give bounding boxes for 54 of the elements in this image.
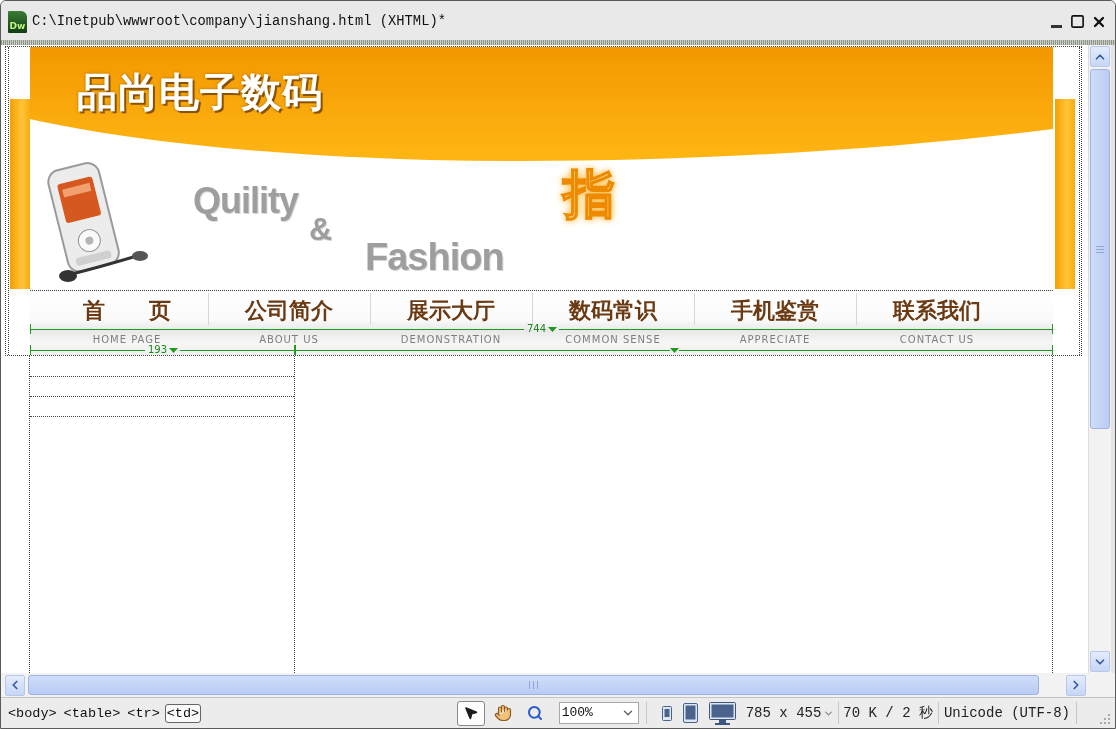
maximize-icon: [1070, 14, 1085, 29]
tag-selector-item[interactable]: <td>: [164, 703, 202, 723]
slogan-text: Quility: [193, 181, 298, 221]
nav-subtitle: ABOUT US: [259, 335, 319, 345]
tablet-icon[interactable]: [682, 703, 698, 723]
tag-selector-item[interactable]: <tr>: [125, 703, 162, 723]
phone-icon[interactable]: [661, 705, 672, 721]
grip-icon: [529, 681, 538, 689]
column-width-guide[interactable]: [295, 345, 1053, 355]
width-label: 744: [525, 324, 548, 334]
tag-selector-item[interactable]: <body>: [6, 703, 59, 723]
scrollbar-thumb[interactable]: [28, 675, 1039, 695]
nav-subtitle: COMMON SENSE: [565, 335, 661, 345]
nav-link[interactable]: 公司简介: [245, 298, 333, 323]
scroll-right-button[interactable]: [1066, 674, 1086, 696]
scroll-left-button[interactable]: [5, 674, 25, 696]
monitor-icon[interactable]: [708, 701, 736, 725]
caret-icon: [169, 347, 179, 353]
window-size-menu[interactable]: 785 x 455: [745, 705, 835, 721]
magnifier-icon: [526, 705, 543, 721]
window-title: C:\Inetpub\wwwroot\company\jianshang.html (XHTML)*: [32, 13, 446, 30]
nav-link[interactable]: 展示大厅: [407, 298, 495, 323]
nav-subtitle: DEMONSTRATION: [400, 335, 502, 345]
nav-subtitle: APPRECIATE: [739, 335, 811, 345]
app-logo: Dw: [8, 10, 27, 33]
slogan-text: &: [309, 211, 332, 247]
table-width-guide[interactable]: 744: [30, 324, 1053, 334]
cursor-icon: [462, 705, 479, 721]
site-name: 品尚电子数码: [77, 69, 323, 115]
nav-link[interactable]: 首 页: [83, 298, 171, 323]
scroll-up-button[interactable]: [1090, 46, 1110, 67]
nav-link[interactable]: 手机鉴赏: [731, 298, 819, 323]
encoding-text: Unicode (UTF-8): [943, 705, 1070, 721]
scrollbar-thumb[interactable]: [1090, 69, 1110, 429]
column-width-guide[interactable]: 193: [30, 345, 295, 355]
slogan-text: Fashion: [365, 236, 504, 278]
hand-icon: [493, 704, 512, 722]
zoom-select[interactable]: 100%: [558, 702, 639, 724]
emblem-glyph: 指: [563, 164, 615, 224]
pointer-tool-button[interactable]: [456, 700, 485, 726]
width-label: 193: [146, 345, 169, 355]
nav-link[interactable]: 联系我们: [893, 298, 981, 323]
nav-subtitle: CONTACT US: [899, 335, 975, 345]
caret-icon: [669, 347, 679, 353]
caret-icon: [548, 326, 558, 332]
scroll-down-button[interactable]: [1090, 651, 1110, 672]
minimize-icon: [1051, 25, 1062, 28]
nav-link[interactable]: 数码常识: [569, 298, 657, 323]
grip-icon: [1096, 245, 1104, 253]
tag-selector-item[interactable]: <table>: [61, 703, 123, 723]
nav-subtitle: HOME PAGE: [92, 335, 162, 345]
resize-grip-icon[interactable]: [1097, 711, 1111, 725]
download-size-text: 70 K / 2 秒: [843, 705, 933, 721]
maximize-button[interactable]: [1069, 13, 1086, 30]
